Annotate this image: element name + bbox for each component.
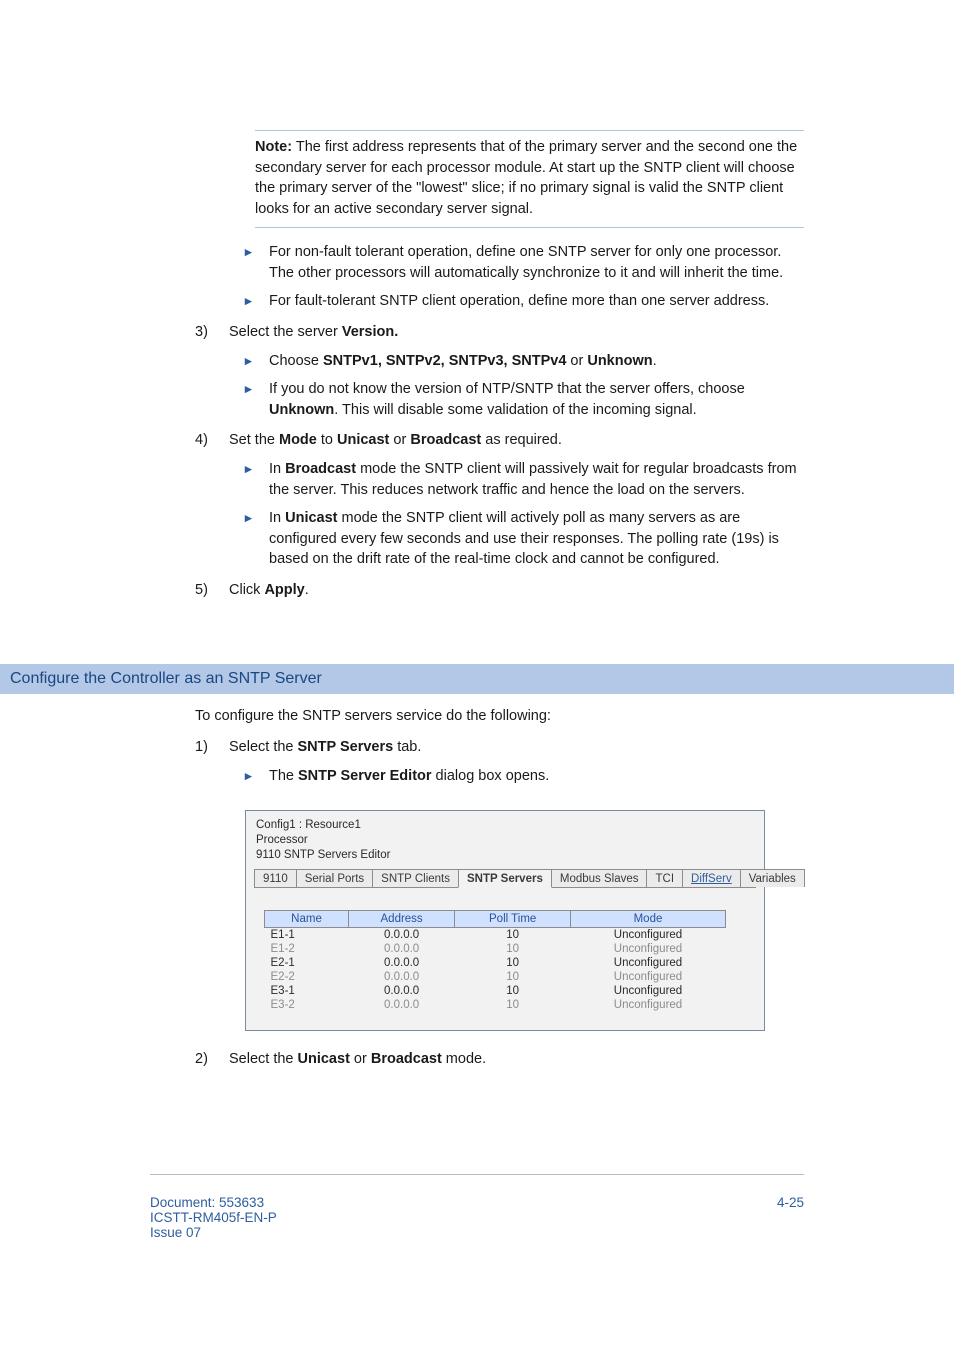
cell-address: 0.0.0.0	[349, 998, 455, 1012]
bullet-text: The SNTP Server Editor dialog box opens.	[269, 766, 549, 787]
table-row[interactable]: E2-10.0.0.010Unconfigured	[265, 956, 726, 970]
bullet-item: ▸ For non-fault tolerant operation, defi…	[245, 242, 804, 283]
arrow-right-icon: ▸	[245, 242, 259, 283]
cell-poll-time: 10	[455, 970, 571, 984]
tab-modbus-slaves[interactable]: Modbus Slaves	[551, 869, 648, 887]
bullet-item: ▸ For fault-tolerant SNTP client operati…	[245, 291, 804, 312]
cell-name: E1-2	[265, 942, 349, 956]
column-header[interactable]: Address	[349, 911, 455, 928]
cell-mode: Unconfigured	[571, 970, 726, 984]
arrow-right-icon: ▸	[245, 459, 259, 500]
cell-poll-time: 10	[455, 998, 571, 1012]
bullet-item: ▸ In Broadcast mode the SNTP client will…	[245, 459, 804, 500]
step-3: 3) Select the server Version.	[195, 322, 804, 343]
cell-poll-time: 10	[455, 942, 571, 956]
cell-address: 0.0.0.0	[349, 942, 455, 956]
sntp-servers-editor-screenshot: Config1 : Resource1 Processor 9110 SNTP …	[245, 810, 765, 1031]
step-text: Select the server Version.	[229, 322, 398, 343]
cell-name: E2-2	[265, 970, 349, 984]
step-text: Set the Mode to Unicast or Broadcast as …	[229, 430, 562, 451]
table-row[interactable]: E1-10.0.0.010Unconfigured	[265, 928, 726, 943]
cell-name: E1-1	[265, 928, 349, 943]
note-label: Note:	[255, 139, 292, 155]
bullet-text: For non-fault tolerant operation, define…	[269, 242, 804, 283]
arrow-right-icon: ▸	[245, 351, 259, 372]
bullet-text: In Unicast mode the SNTP client will act…	[269, 508, 804, 570]
tab-sntp-servers[interactable]: SNTP Servers	[458, 869, 552, 888]
cell-address: 0.0.0.0	[349, 984, 455, 998]
step-2: 2) Select the Unicast or Broadcast mode.	[195, 1049, 804, 1070]
dialog-title-3: 9110 SNTP Servers Editor	[254, 847, 756, 862]
step-number: 2)	[195, 1049, 219, 1070]
cell-name: E3-2	[265, 998, 349, 1012]
table-row[interactable]: E2-20.0.0.010Unconfigured	[265, 970, 726, 984]
bullet-text: If you do not know the version of NTP/SN…	[269, 379, 804, 420]
sntp-servers-table: NameAddressPoll TimeMode E1-10.0.0.010Un…	[264, 910, 726, 1012]
tab-tci[interactable]: TCI	[646, 869, 683, 887]
arrow-right-icon: ▸	[245, 379, 259, 420]
step-number: 1)	[195, 737, 219, 758]
tab-strip: 9110Serial PortsSNTP ClientsSNTP Servers…	[254, 868, 756, 888]
bullet-item: ▸ If you do not know the version of NTP/…	[245, 379, 804, 420]
step-text: Select the SNTP Servers tab.	[229, 737, 421, 758]
arrow-right-icon: ▸	[245, 508, 259, 570]
step-number: 3)	[195, 322, 219, 343]
cell-address: 0.0.0.0	[349, 956, 455, 970]
page-footer: Document: 553633 ICSTT-RM405f-EN-P Issue…	[0, 1175, 954, 1280]
cell-poll-time: 10	[455, 984, 571, 998]
bullet-item: ▸ Choose SNTPv1, SNTPv2, SNTPv3, SNTPv4 …	[245, 351, 804, 372]
column-header[interactable]: Mode	[571, 911, 726, 928]
column-header[interactable]: Poll Time	[455, 911, 571, 928]
cell-mode: Unconfigured	[571, 998, 726, 1012]
footer-doc-number: Document: 553633	[150, 1195, 277, 1210]
cell-poll-time: 10	[455, 956, 571, 970]
step-5: 5) Click Apply.	[195, 580, 804, 601]
tab-diffserv[interactable]: DiffServ	[682, 869, 741, 887]
footer-issue: Issue 07	[150, 1225, 277, 1240]
arrow-right-icon: ▸	[245, 291, 259, 312]
cell-address: 0.0.0.0	[349, 970, 455, 984]
column-header[interactable]: Name	[265, 911, 349, 928]
note-block: Note: The first address represents that …	[255, 130, 804, 228]
bullet-item: ▸ The SNTP Server Editor dialog box open…	[245, 766, 804, 787]
table-row[interactable]: E1-20.0.0.010Unconfigured	[265, 942, 726, 956]
cell-poll-time: 10	[455, 928, 571, 943]
bullet-text: For fault-tolerant SNTP client operation…	[269, 291, 769, 312]
footer-doc-info: Document: 553633 ICSTT-RM405f-EN-P Issue…	[150, 1195, 277, 1240]
table-row[interactable]: E3-10.0.0.010Unconfigured	[265, 984, 726, 998]
bullet-item: ▸ In Unicast mode the SNTP client will a…	[245, 508, 804, 570]
bullet-text: In Broadcast mode the SNTP client will p…	[269, 459, 804, 500]
cell-mode: Unconfigured	[571, 956, 726, 970]
dialog-title-1: Config1 : Resource1	[254, 817, 756, 832]
cell-name: E2-1	[265, 956, 349, 970]
intro-text: To configure the SNTP servers service do…	[195, 706, 804, 727]
dialog-title-2: Processor	[254, 832, 756, 847]
note-text: The first address represents that of the…	[255, 139, 797, 217]
bullet-text: Choose SNTPv1, SNTPv2, SNTPv3, SNTPv4 or…	[269, 351, 657, 372]
step-text: Select the Unicast or Broadcast mode.	[229, 1049, 486, 1070]
arrow-right-icon: ▸	[245, 766, 259, 787]
tab-9110[interactable]: 9110	[254, 869, 297, 887]
step-text: Click Apply.	[229, 580, 309, 601]
section-heading: Configure the Controller as an SNTP Serv…	[0, 664, 954, 694]
cell-mode: Unconfigured	[571, 942, 726, 956]
step-number: 5)	[195, 580, 219, 601]
footer-doc-code: ICSTT-RM405f-EN-P	[150, 1210, 277, 1225]
step-1: 1) Select the SNTP Servers tab.	[195, 737, 804, 758]
table-row[interactable]: E3-20.0.0.010Unconfigured	[265, 998, 726, 1012]
step-4: 4) Set the Mode to Unicast or Broadcast …	[195, 430, 804, 451]
cell-name: E3-1	[265, 984, 349, 998]
cell-address: 0.0.0.0	[349, 928, 455, 943]
tab-sntp-clients[interactable]: SNTP Clients	[372, 869, 459, 887]
cell-mode: Unconfigured	[571, 984, 726, 998]
page-number: 4-25	[777, 1195, 804, 1240]
cell-mode: Unconfigured	[571, 928, 726, 943]
tab-serial-ports[interactable]: Serial Ports	[296, 869, 373, 887]
step-number: 4)	[195, 430, 219, 451]
tab-variables[interactable]: Variables	[740, 869, 805, 887]
